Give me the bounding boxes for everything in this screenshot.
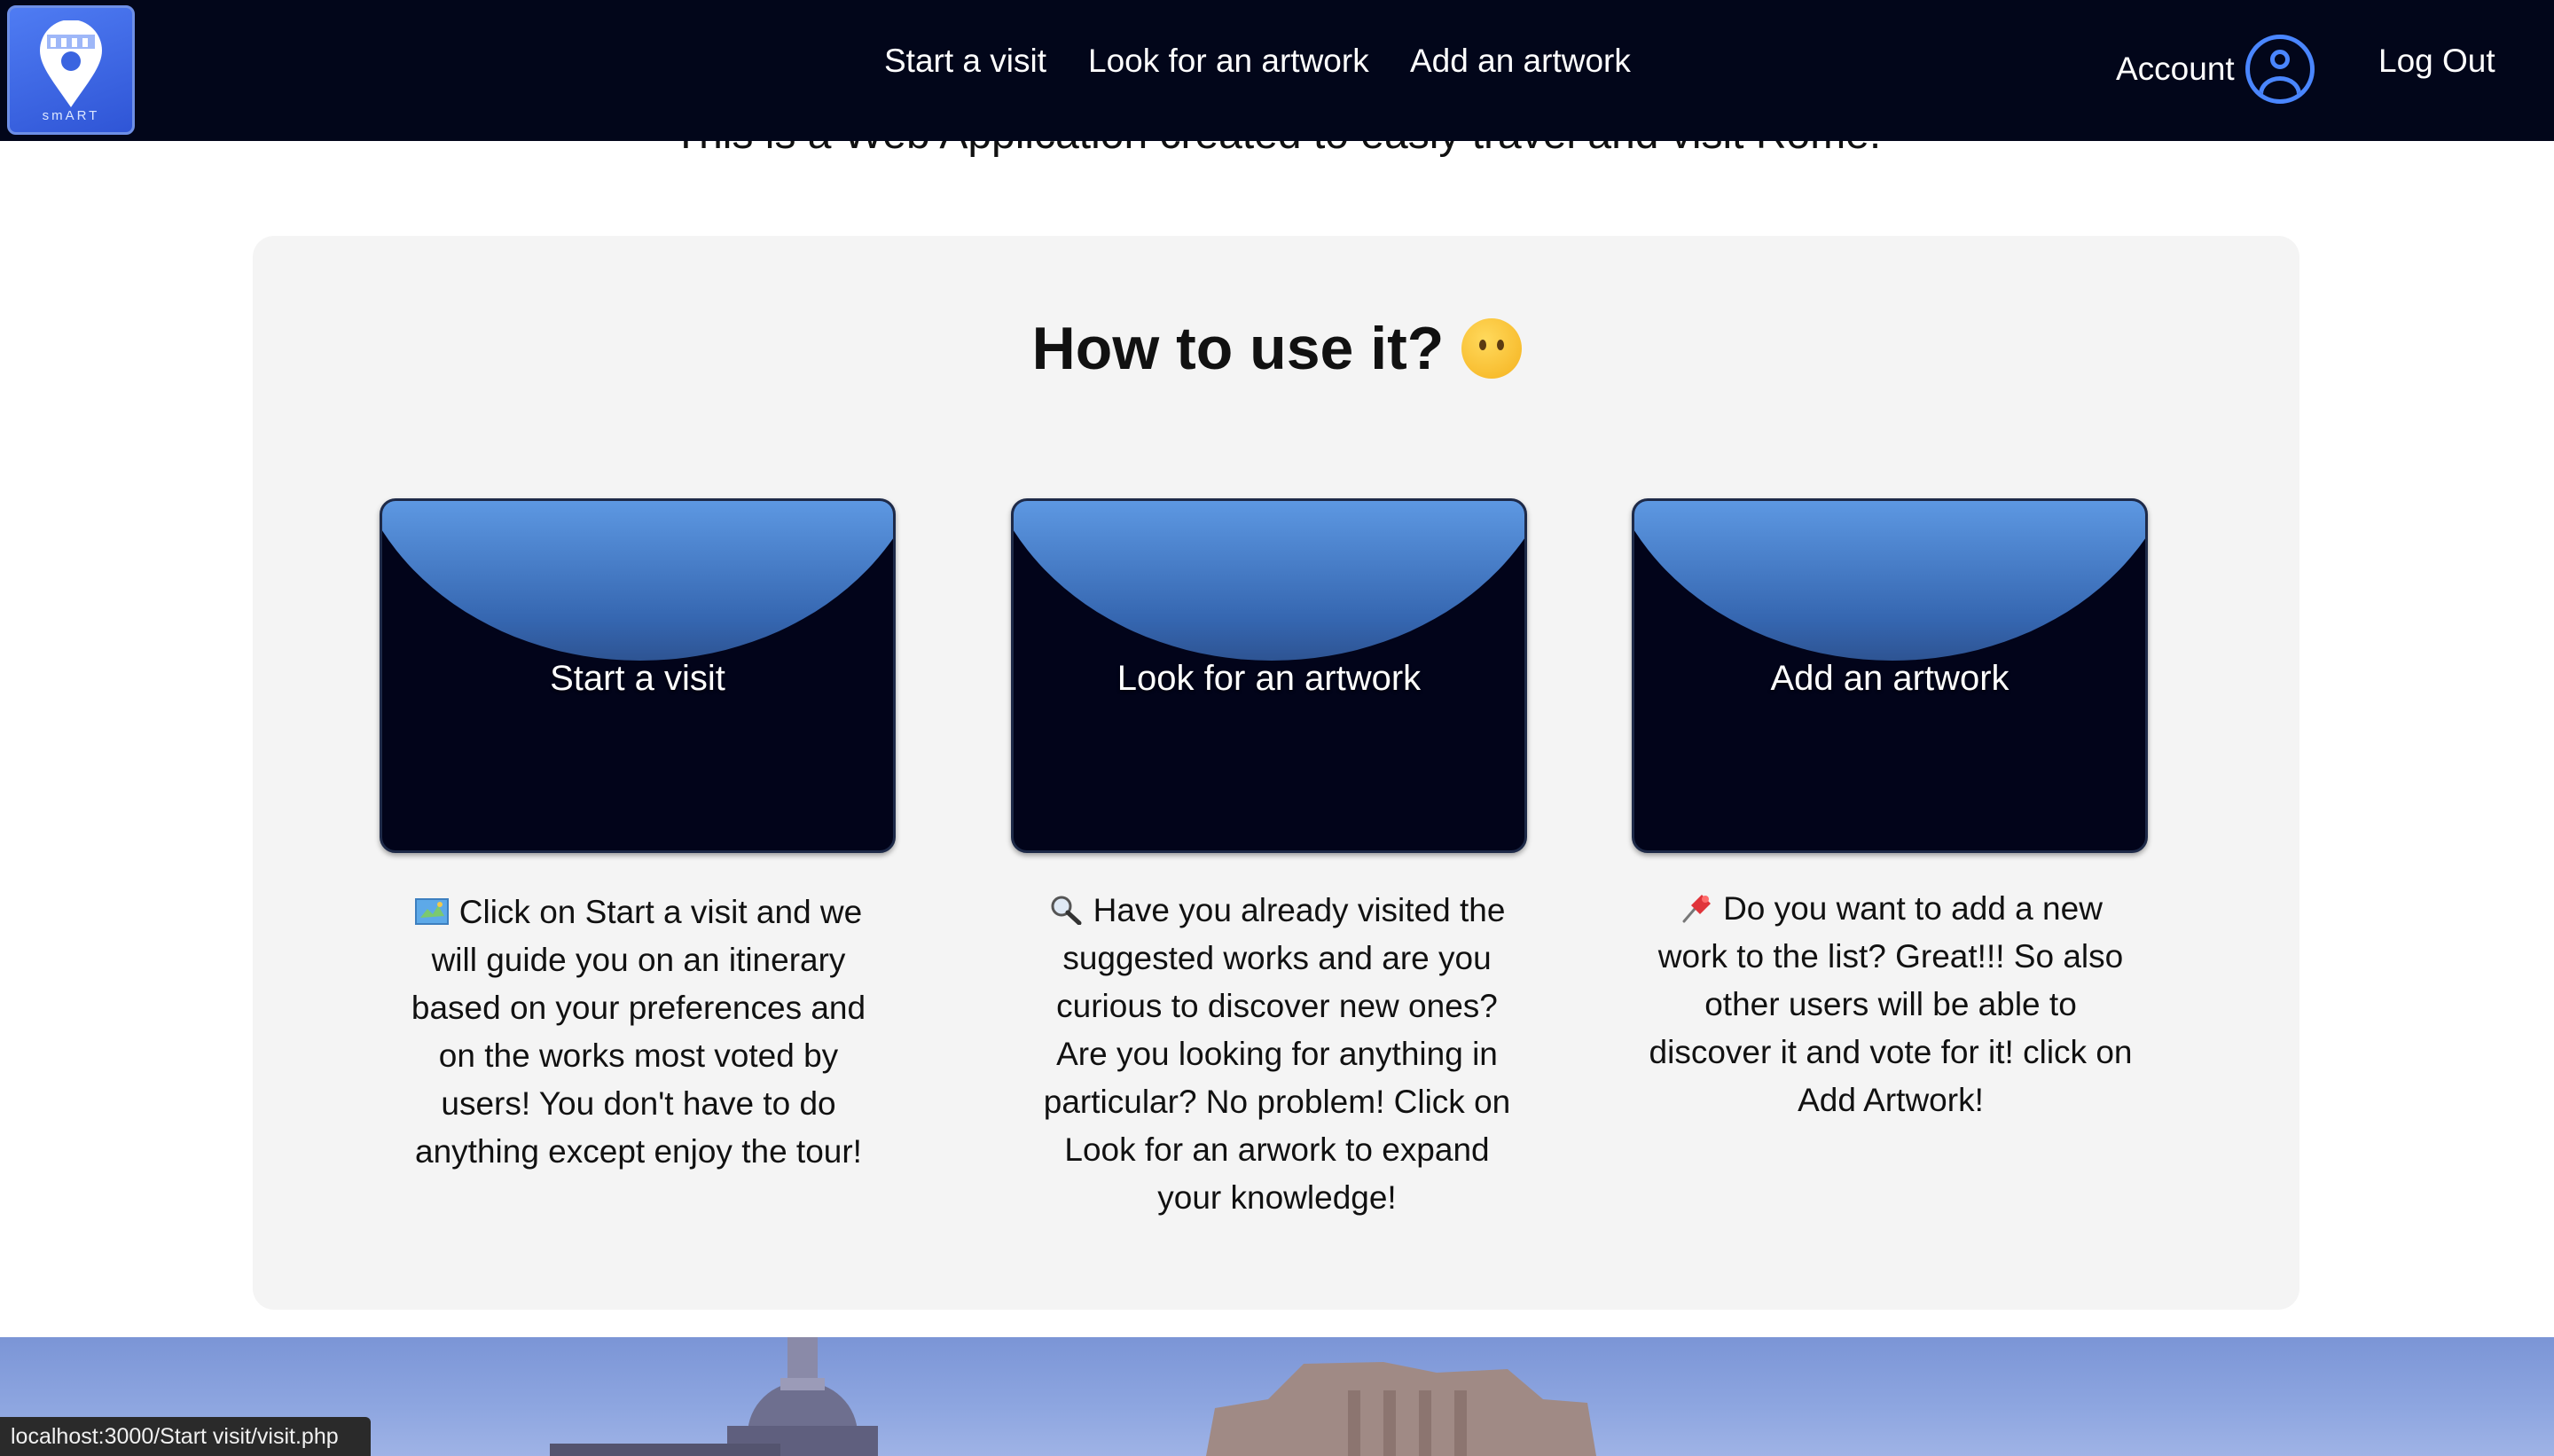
rome-skyline-image: [550, 1337, 1596, 1456]
look-artwork-description: Have you already visited the suggested w…: [1029, 887, 1525, 1222]
nav-start-visit[interactable]: Start a visit: [884, 43, 1046, 80]
card-label-start-visit: Start a visit: [550, 659, 725, 698]
add-artwork-card-button[interactable]: Add an artwork: [1632, 498, 2148, 853]
start-visit-description: Click on Start a visit and we will guide…: [390, 888, 887, 1176]
card-glow: [1014, 501, 1524, 661]
pushpin-icon: [1682, 895, 1712, 923]
card-glow: [382, 501, 893, 661]
page: This is a Web Application created to eas…: [0, 0, 2554, 1456]
top-navbar: smART Start a visit Look for an artwork …: [0, 0, 2554, 141]
how-to-title: How to use it?: [0, 314, 2554, 383]
browser-status-url: localhost:3000/Start visit/visit.php: [0, 1417, 371, 1456]
map-icon: [414, 898, 449, 925]
add-artwork-description-text: Do you want to add a new work to the lis…: [1649, 890, 2133, 1118]
account-link[interactable]: Account: [2116, 34, 2315, 105]
start-visit-card-button[interactable]: Start a visit: [380, 498, 896, 853]
nav-look-artwork[interactable]: Look for an artwork: [1088, 43, 1369, 80]
rome-photo: [0, 1337, 2554, 1456]
account-label: Account: [2116, 51, 2235, 87]
look-artwork-card-button[interactable]: Look for an artwork: [1011, 498, 1527, 853]
thinking-face-icon: [1461, 318, 1523, 379]
look-artwork-description-text: Have you already visited the suggested w…: [1043, 892, 1511, 1216]
add-artwork-description: Do you want to add a new work to the lis…: [1642, 885, 2139, 1124]
card-label-look-artwork: Look for an artwork: [1116, 659, 1422, 698]
start-visit-description-text: Click on Start a visit and we will guide…: [411, 894, 866, 1170]
user-circle-icon: [2245, 35, 2315, 104]
magnifier-icon: [1051, 896, 1082, 925]
card-label-add-artwork: Add an artwork: [1770, 659, 2010, 698]
how-to-title-text: How to use it?: [1031, 315, 1445, 382]
nav-add-artwork[interactable]: Add an artwork: [1410, 43, 1631, 80]
card-glow: [1634, 501, 2145, 661]
logout-link[interactable]: Log Out: [2378, 43, 2495, 80]
